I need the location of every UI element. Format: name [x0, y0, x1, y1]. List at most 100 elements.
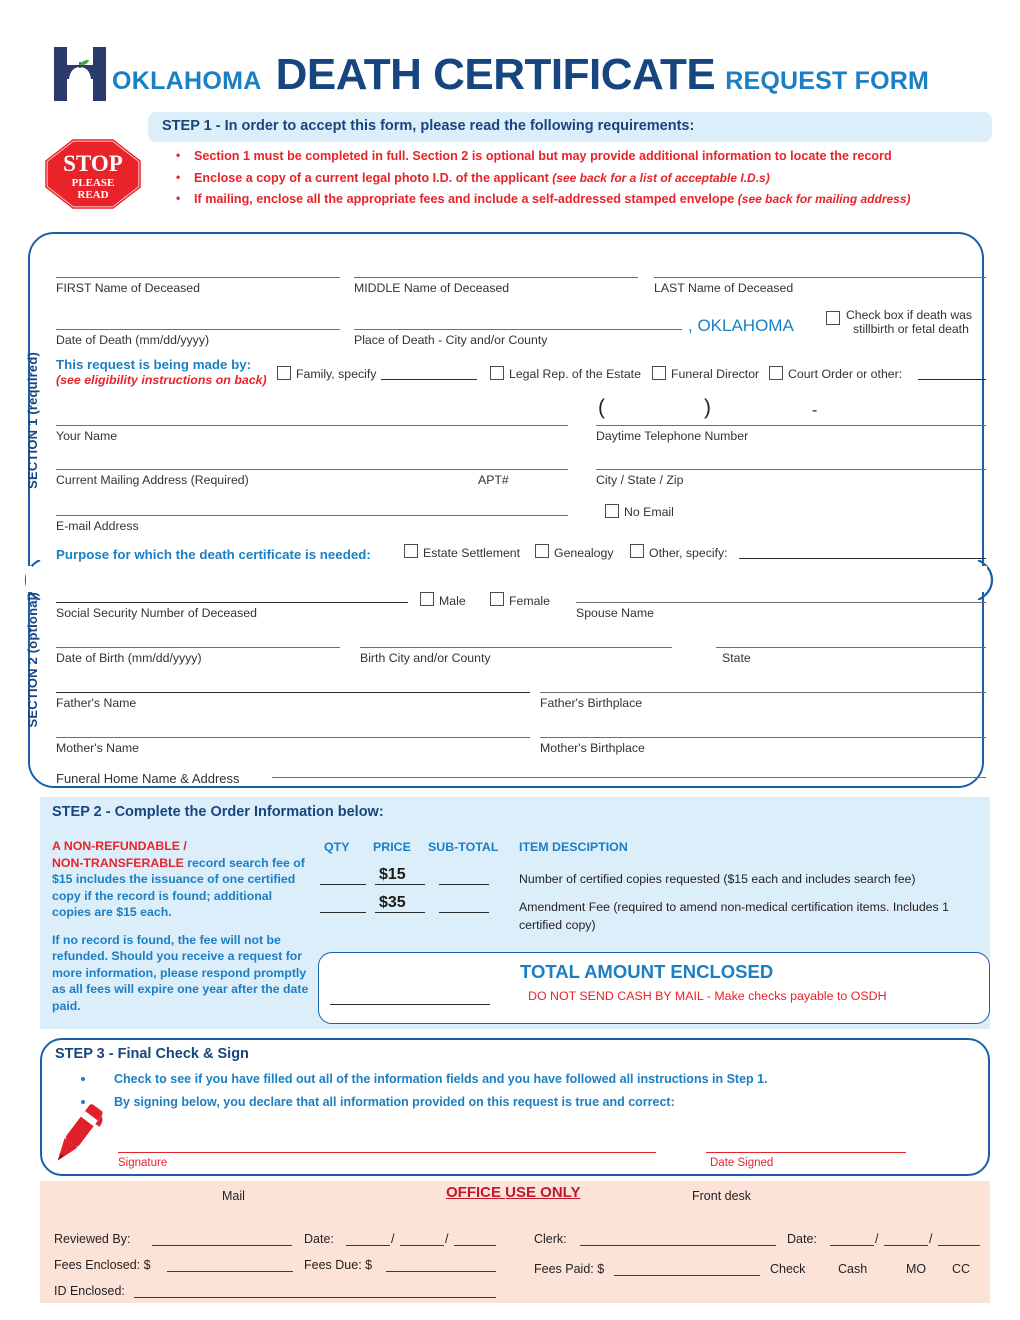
made-by-court-order-specify-input[interactable]	[918, 379, 986, 380]
sex-male-label: Male	[439, 594, 466, 608]
red-pen-icon	[43, 1098, 109, 1168]
city-state-zip-label: City / State / Zip	[596, 473, 684, 487]
made-by-legal-rep-label: Legal Rep. of the Estate	[509, 367, 641, 381]
row2-description: Amendment Fee (required to amend non-med…	[519, 900, 949, 932]
date-left-month-input[interactable]	[346, 1245, 390, 1246]
apt-label: APT#	[478, 473, 509, 487]
total-amount-title: TOTAL AMOUNT ENCLOSED	[520, 961, 774, 982]
id-enclosed-input[interactable]	[134, 1297, 496, 1298]
phone-input[interactable]	[596, 425, 986, 426]
purpose-genealogy-checkbox[interactable]	[535, 544, 549, 558]
mailing-address-input[interactable]	[56, 469, 568, 470]
state-oklahoma-fixed: , OKLAHOMA	[688, 316, 794, 335]
column-header-price: PRICE	[373, 840, 411, 854]
signature-input[interactable]	[118, 1152, 656, 1153]
row2-price-underline	[375, 912, 425, 913]
birth-city-input[interactable]	[360, 647, 672, 648]
step1-banner-text: STEP 1 - In order to accept this form, p…	[162, 118, 695, 134]
purpose-other-specify-input[interactable]	[739, 558, 986, 559]
svg-text:STOP: STOP	[63, 151, 123, 176]
row1-price-underline	[375, 884, 425, 885]
row2-subtotal-input[interactable]	[439, 912, 489, 913]
fee-notice-red-line1: A NON-REFUNDABLE /	[52, 839, 187, 853]
request-made-by-title: This request is being made by:	[56, 357, 252, 372]
reviewed-by-input[interactable]	[152, 1245, 292, 1246]
no-email-checkbox[interactable]	[605, 504, 619, 518]
purpose-other-checkbox[interactable]	[630, 544, 644, 558]
mother-name-input[interactable]	[56, 737, 530, 738]
your-name-label: Your Name	[56, 429, 118, 443]
office-use-only-title: OFFICE USE ONLY	[446, 1184, 581, 1201]
father-birthplace-input[interactable]	[540, 692, 986, 693]
mother-birthplace-input[interactable]	[540, 737, 986, 738]
payment-check-option[interactable]: Check	[770, 1262, 805, 1276]
mother-birthplace-label: Mother's Birthplace	[540, 741, 645, 755]
funeral-home-input[interactable]	[272, 777, 986, 778]
total-amount-input[interactable]	[330, 1004, 490, 1005]
made-by-family-specify-input[interactable]	[381, 379, 477, 380]
step3-bullet-1: Check to see if you have filled out all …	[114, 1072, 768, 1086]
middle-name-input[interactable]	[354, 277, 638, 278]
date-left-year-input[interactable]	[454, 1245, 496, 1246]
column-header-qty: QTY	[324, 840, 350, 854]
place-of-death-input[interactable]	[354, 329, 682, 330]
ssn-input[interactable]	[56, 602, 408, 603]
payment-cc-option[interactable]: CC	[952, 1262, 970, 1276]
first-name-input[interactable]	[56, 277, 340, 278]
sex-male-checkbox[interactable]	[420, 592, 434, 606]
email-input[interactable]	[56, 515, 568, 516]
date-of-birth-input[interactable]	[56, 647, 340, 648]
spouse-name-input[interactable]	[576, 602, 986, 603]
svg-text:READ: READ	[77, 189, 108, 201]
birth-state-input[interactable]	[716, 647, 986, 648]
requirement-note: (see back for mailing address)	[737, 192, 911, 206]
id-enclosed-label: ID Enclosed:	[54, 1284, 125, 1298]
date-right-day-input[interactable]	[884, 1245, 928, 1246]
step1-banner: STEP 1 - In order to accept this form, p…	[148, 112, 992, 142]
row1-subtotal-input[interactable]	[439, 884, 489, 885]
made-by-family-checkbox[interactable]	[277, 366, 291, 380]
spouse-name-label: Spouse Name	[576, 606, 654, 620]
requirement-text: Enclose a copy of a current legal photo …	[194, 170, 553, 185]
payment-mo-option[interactable]: MO	[906, 1262, 926, 1276]
payment-cash-option[interactable]: Cash	[838, 1262, 867, 1276]
fees-due-label: Fees Due: $	[304, 1258, 373, 1272]
made-by-legal-rep-checkbox[interactable]	[490, 366, 504, 380]
outline-mask-left	[26, 566, 32, 592]
purpose-estate-settlement-checkbox[interactable]	[404, 544, 418, 558]
fees-paid-input[interactable]	[614, 1275, 760, 1276]
made-by-funeral-director-label: Funeral Director	[671, 367, 760, 381]
mailing-address-label: Current Mailing Address (Required)	[56, 473, 249, 487]
city-state-zip-input[interactable]	[596, 469, 986, 470]
row2-qty-input[interactable]	[320, 912, 366, 913]
step3-bullet-dot	[81, 1077, 85, 1081]
stillbirth-checkbox[interactable]	[826, 311, 840, 325]
row1-description: Number of certified copies requested ($1…	[519, 872, 916, 886]
page-title: OKLAHOMA DEATH CERTIFICATE REQUEST FORM	[112, 50, 1012, 100]
date-left-day-input[interactable]	[400, 1245, 444, 1246]
date-right-year-input[interactable]	[938, 1245, 980, 1246]
column-header-item-description: ITEM DESCIPTION	[519, 840, 628, 854]
fees-enclosed-input[interactable]	[167, 1271, 293, 1272]
made-by-family-label: Family, specify	[296, 367, 377, 381]
step3-bullet-2: By signing below, you declare that all i…	[114, 1095, 675, 1109]
last-name-input[interactable]	[654, 277, 986, 278]
date-of-death-input[interactable]	[56, 329, 340, 330]
date-right-month-input[interactable]	[830, 1245, 874, 1246]
birth-city-label: Birth City and/or County	[360, 651, 491, 665]
date-signed-input[interactable]	[706, 1152, 906, 1153]
father-name-input[interactable]	[56, 692, 530, 693]
made-by-court-order-checkbox[interactable]	[769, 366, 783, 380]
your-name-input[interactable]	[56, 425, 568, 426]
made-by-court-order-label: Court Order or other:	[788, 367, 903, 381]
sex-female-checkbox[interactable]	[490, 592, 504, 606]
row1-qty-input[interactable]	[320, 884, 366, 885]
clerk-input[interactable]	[580, 1245, 776, 1246]
fees-paid-label: Fees Paid: $	[534, 1262, 605, 1276]
list-item: Enclose a copy of a current legal photo …	[168, 167, 998, 190]
fees-due-input[interactable]	[386, 1271, 496, 1272]
date-of-birth-label: Date of Birth (mm/dd/yyyy)	[56, 651, 202, 665]
date-right-slash-2: /	[929, 1232, 933, 1246]
phone-dash: -	[812, 402, 818, 419]
made-by-funeral-director-checkbox[interactable]	[652, 366, 666, 380]
